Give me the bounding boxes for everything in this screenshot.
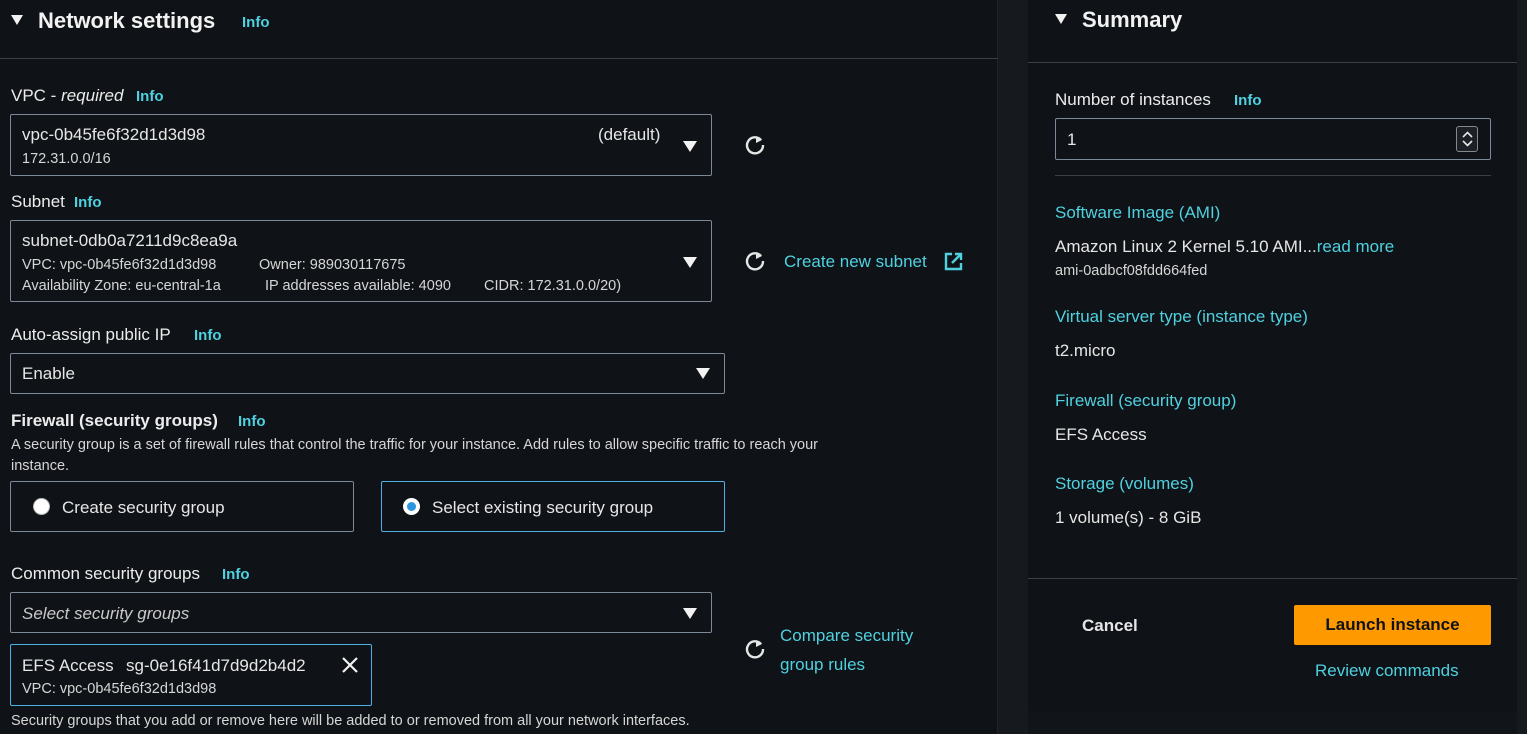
ami-value: Amazon Linux 2 Kernel 5.10 AMI... xyxy=(1055,237,1317,256)
instance-type-value: t2.micro xyxy=(1055,341,1116,360)
security-groups-select[interactable]: Select security groups xyxy=(10,592,712,633)
subnet-value: subnet-0db0a7211d9c8ea9a xyxy=(22,231,238,250)
firewall-description-line1: A security group is a set of firewall ru… xyxy=(11,437,819,453)
storage-label-link[interactable]: Storage (volumes) xyxy=(1055,474,1194,494)
number-stepper[interactable] xyxy=(1456,126,1478,152)
select-existing-security-group-label: Select existing security group xyxy=(432,498,654,517)
vpc-default-suffix: (default) xyxy=(598,125,661,144)
ami-id: ami-0adbcf08fdd664fed xyxy=(1055,263,1208,279)
summary-panel: Summary Number of instances Info 1 Softw… xyxy=(1028,0,1517,711)
summary-footer-divider xyxy=(1028,578,1517,579)
create-new-subnet-link[interactable]: Create new subnet xyxy=(784,252,927,272)
radio-selected[interactable] xyxy=(403,498,420,515)
compare-sg-rules-link-line2[interactable]: group rules xyxy=(780,655,865,675)
instances-input[interactable]: 1 xyxy=(1055,118,1491,160)
compare-sg-rules-link-line1[interactable]: Compare security xyxy=(780,626,913,646)
instance-type-label-link[interactable]: Virtual server type (instance type) xyxy=(1055,307,1308,327)
subnet-info-link[interactable]: Info xyxy=(74,194,102,211)
vpc-cidr: 172.31.0.0/16 xyxy=(22,151,111,167)
firewall-label: Firewall (security groups) xyxy=(11,411,218,430)
collapse-caret-icon[interactable] xyxy=(1055,14,1067,24)
instances-info-link[interactable]: Info xyxy=(1234,92,1262,109)
subnet-az: Availability Zone: eu-central-1a xyxy=(22,278,221,294)
refresh-icon[interactable] xyxy=(744,250,766,272)
chevron-down-icon xyxy=(683,257,697,268)
create-security-group-label: Create security group xyxy=(62,498,225,517)
network-settings-info-link[interactable]: Info xyxy=(242,14,270,31)
public-ip-select[interactable]: Enable xyxy=(10,353,725,394)
storage-value: 1 volume(s) - 8 GiB xyxy=(1055,508,1202,527)
network-settings-panel: Network settings Info VPC - required Inf… xyxy=(0,0,998,734)
stepper-arrows-icon xyxy=(1462,131,1473,147)
subnet-select[interactable]: subnet-0db0a7211d9c8ea9a VPC: vpc-0b45fe… xyxy=(10,220,712,302)
firewall-value: EFS Access xyxy=(1055,425,1147,444)
chevron-down-icon xyxy=(683,608,697,619)
public-ip-info-link[interactable]: Info xyxy=(194,327,222,344)
firewall-info-link[interactable]: Info xyxy=(238,413,266,430)
token-vpc: VPC: vpc-0b45fe6f32d1d3d98 xyxy=(22,681,217,697)
ami-read-more-link[interactable]: read more xyxy=(1317,237,1394,256)
subnet-label: Subnet xyxy=(11,192,65,211)
instances-label: Number of instances xyxy=(1055,90,1211,109)
subnet-owner: Owner: 989030117675 xyxy=(259,257,406,273)
review-commands-link[interactable]: Review commands xyxy=(1315,661,1459,681)
cancel-button[interactable]: Cancel xyxy=(1082,616,1138,636)
security-groups-placeholder: Select security groups xyxy=(22,604,190,623)
network-settings-title: Network settings xyxy=(38,8,216,33)
token-id: sg-0e16f41d7d9d2b4d2 xyxy=(126,656,306,675)
public-ip-value: Enable xyxy=(22,364,75,383)
subnet-vpc: VPC: vpc-0b45fe6f32d1d3d98 xyxy=(22,257,217,273)
security-group-token: EFS Access sg-0e16f41d7d9d2b4d2 VPC: vpc… xyxy=(10,644,372,706)
security-groups-footnote: Security groups that you add or remove h… xyxy=(11,713,690,729)
vpc-select[interactable]: vpc-0b45fe6f32d1d3d98 (default) 172.31.0… xyxy=(10,114,712,176)
refresh-icon[interactable] xyxy=(744,134,766,156)
subnet-cidr: CIDR: 172.31.0.0/20) xyxy=(484,278,622,294)
header-divider xyxy=(0,58,998,59)
refresh-icon[interactable] xyxy=(744,638,766,660)
chevron-down-icon xyxy=(683,141,697,152)
external-link-icon[interactable] xyxy=(944,252,963,271)
ami-value-line: Amazon Linux 2 Kernel 5.10 AMI...read mo… xyxy=(1055,237,1394,257)
token-name: EFS Access xyxy=(22,656,114,675)
radio-unselected[interactable] xyxy=(33,498,50,515)
launch-instance-button[interactable]: Launch instance xyxy=(1294,605,1491,645)
firewall-label-link[interactable]: Firewall (security group) xyxy=(1055,391,1236,411)
chevron-down-icon xyxy=(696,368,710,379)
subnet-ip-available: IP addresses available: 4090 xyxy=(265,278,451,294)
collapse-caret-icon[interactable] xyxy=(11,15,23,25)
instances-divider xyxy=(1055,175,1491,176)
summary-header-divider xyxy=(1028,62,1517,63)
common-sg-info-link[interactable]: Info xyxy=(222,566,250,583)
firewall-description-line2: instance. xyxy=(11,458,70,474)
select-existing-security-group-option[interactable]: Select existing security group xyxy=(381,481,725,532)
ami-label-link[interactable]: Software Image (AMI) xyxy=(1055,203,1220,223)
common-sg-label: Common security groups xyxy=(11,564,200,583)
panel-gutter xyxy=(998,0,1028,734)
vpc-value: vpc-0b45fe6f32d1d3d98 xyxy=(22,125,206,144)
create-security-group-option[interactable]: Create security group xyxy=(10,481,354,532)
summary-title: Summary xyxy=(1082,7,1183,32)
vpc-label: VPC - required xyxy=(11,86,124,105)
public-ip-label: Auto-assign public IP xyxy=(11,325,171,344)
instances-value: 1 xyxy=(1067,130,1077,149)
vpc-info-link[interactable]: Info xyxy=(136,88,164,105)
close-icon[interactable] xyxy=(341,656,359,674)
page-edge xyxy=(1517,0,1527,734)
